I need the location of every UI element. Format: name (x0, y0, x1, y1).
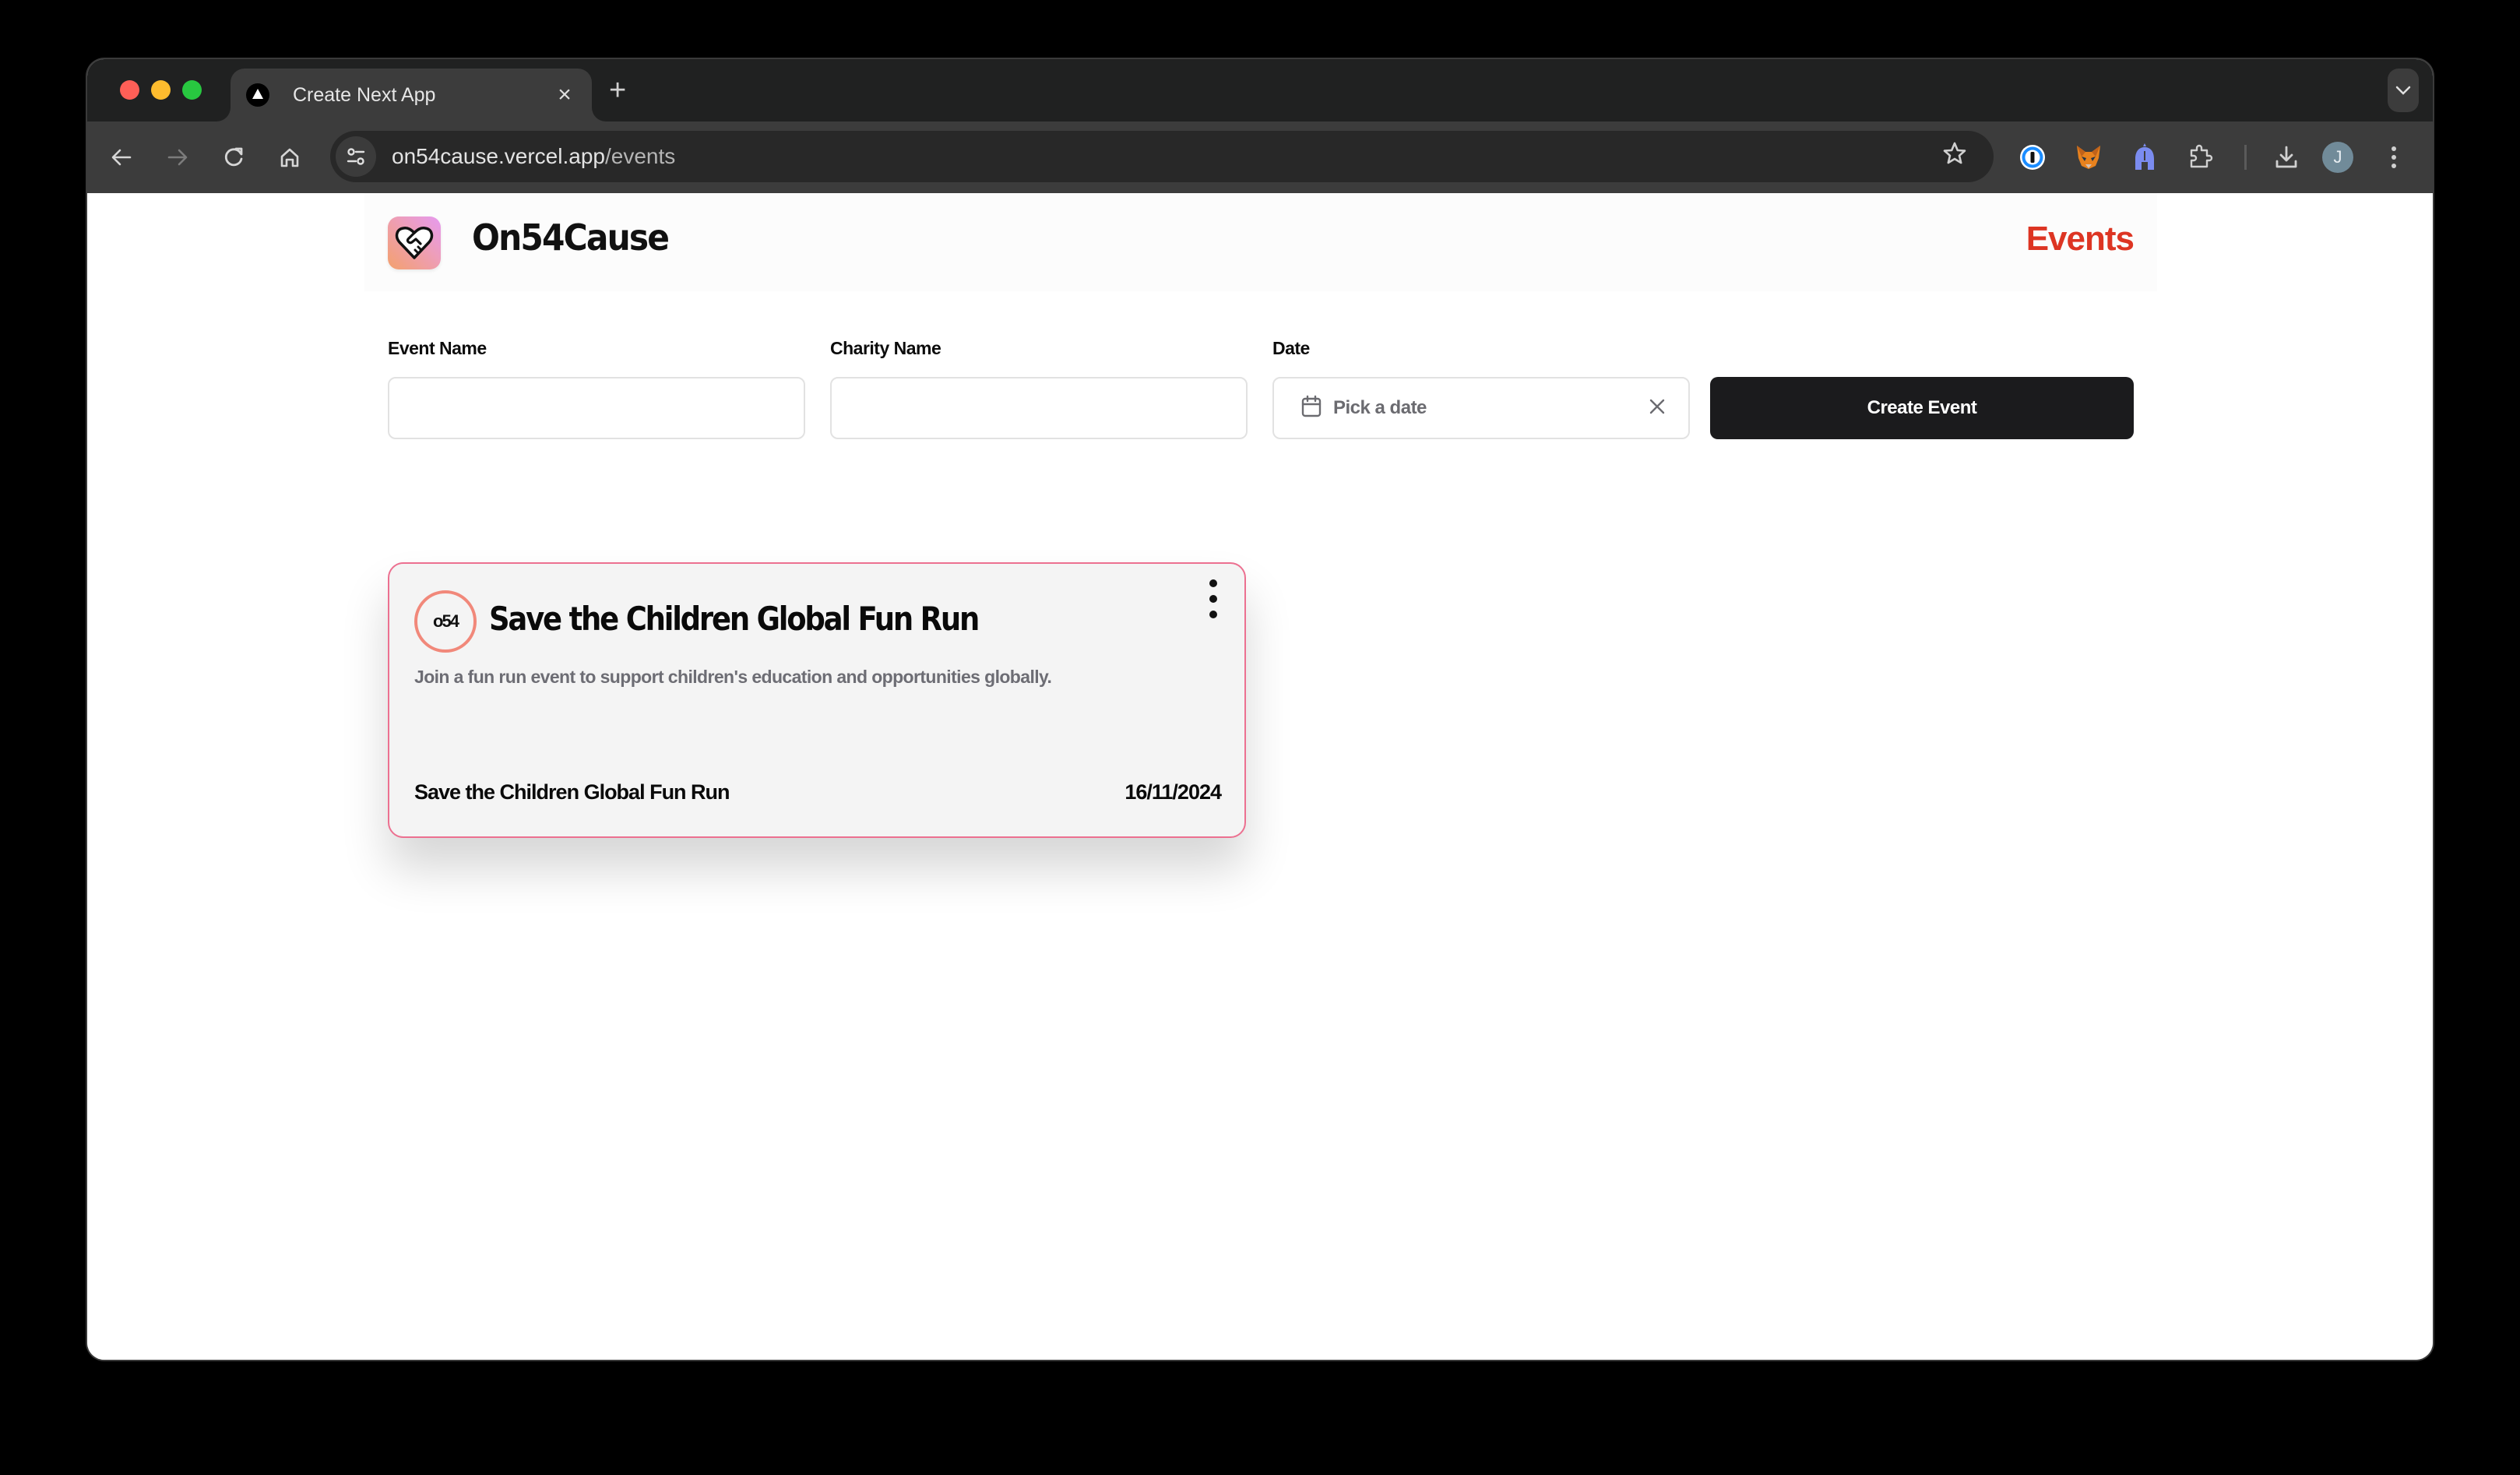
event-badge: o54 (414, 590, 477, 653)
date-placeholder: Pick a date (1333, 397, 1427, 418)
clear-date-icon[interactable] (1642, 395, 1673, 421)
download-icon[interactable] (2268, 139, 2305, 176)
create-event-form: Event Name Charity Name Date Pick a date (388, 338, 2134, 444)
browser-tab[interactable]: Create Next App × (231, 69, 592, 121)
tab-title: Create Next App (293, 83, 436, 106)
nextjs-favicon-icon (246, 83, 269, 107)
url-path: /events (604, 144, 676, 168)
minimize-window-button[interactable] (151, 80, 171, 100)
kebab-menu-icon[interactable] (2375, 139, 2413, 176)
back-arrow-icon[interactable] (104, 140, 139, 174)
date-picker-input[interactable]: Pick a date (1272, 377, 1690, 439)
calendar-icon (1300, 395, 1322, 422)
event-date: 16/11/2024 (1124, 780, 1222, 804)
date-label: Date (1272, 338, 1310, 358)
metamask-fox-icon[interactable] (2070, 139, 2107, 176)
event-charity: Save the Children Global Fun Run (414, 780, 730, 804)
1password-icon[interactable] (2014, 139, 2051, 176)
charity-name-input[interactable] (830, 377, 1248, 439)
more-options-icon[interactable] (1204, 579, 1223, 618)
site-info-tune-icon[interactable] (336, 136, 376, 177)
maximize-window-button[interactable] (182, 80, 202, 100)
browser-window: Create Next App × + on54cause.vercel.app… (87, 59, 2433, 1360)
url-text[interactable]: on54cause.vercel.app/events (392, 144, 1931, 169)
event-description: Join a fun run event to support children… (414, 667, 1052, 687)
puzzle-extensions-icon[interactable] (2182, 139, 2219, 176)
charity-name-field: Charity Name (830, 338, 1248, 439)
date-field: Date Pick a date (1272, 338, 1690, 439)
heart-handshake-logo-icon[interactable] (388, 216, 441, 269)
reload-icon[interactable] (216, 140, 251, 174)
helmet-extension-icon[interactable] (2126, 139, 2163, 176)
browser-toolbar: on54cause.vercel.app/events J (87, 121, 2433, 193)
site-header: On54Cause Events (364, 193, 2157, 291)
event-name-input[interactable] (388, 377, 805, 439)
url-host: on54cause.vercel.app (392, 144, 605, 168)
toolbar-separator (2244, 145, 2247, 170)
forward-arrow-icon[interactable] (160, 140, 195, 174)
event-card[interactable]: o54 Save the Children Global Fun Run Joi… (388, 562, 1246, 838)
new-tab-button[interactable]: + (609, 76, 626, 105)
close-window-button[interactable] (120, 80, 139, 100)
address-bar[interactable]: on54cause.vercel.app/events (330, 131, 1994, 182)
tab-strip: Create Next App × + (87, 59, 2433, 121)
create-event-button[interactable]: Create Event (1710, 377, 2134, 439)
brand-name[interactable]: On54Cause (472, 216, 670, 259)
profile-avatar[interactable]: J (2319, 139, 2356, 176)
event-name-label: Event Name (388, 338, 487, 358)
page-content: On54Cause Events Event Name Charity Name… (87, 193, 2433, 1360)
close-tab-icon[interactable]: × (553, 82, 576, 108)
nav-link-events[interactable]: Events (2026, 220, 2135, 259)
charity-name-label: Charity Name (830, 338, 941, 358)
tab-search-chevron-icon[interactable] (2388, 69, 2419, 112)
event-title: Save the Children Global Fun Run (489, 600, 980, 638)
home-icon[interactable] (273, 140, 307, 174)
profile-initial: J (2322, 142, 2353, 173)
event-name-field: Event Name (388, 338, 805, 439)
bookmark-star-icon[interactable] (1931, 141, 1978, 172)
